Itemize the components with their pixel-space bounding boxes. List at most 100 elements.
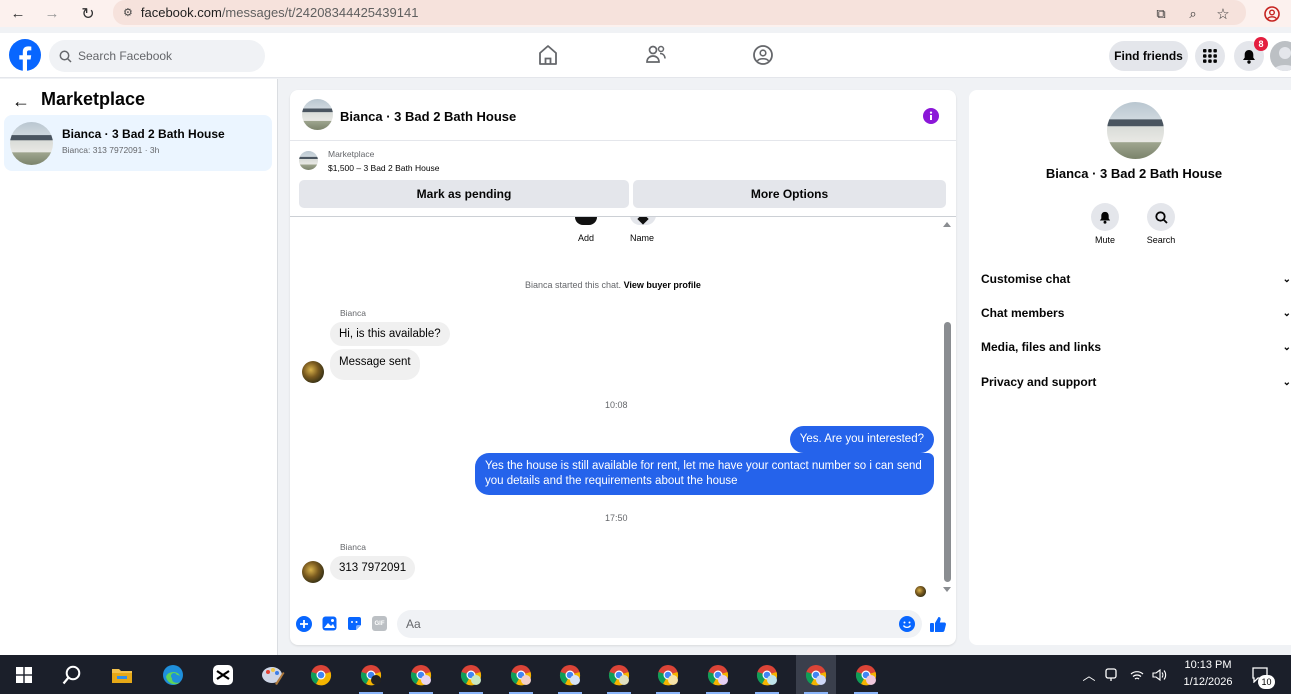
name-label: Name <box>630 233 655 243</box>
message-input[interactable] <box>397 610 922 638</box>
chrome-profile-icon[interactable] <box>451 655 491 694</box>
sender-name: Bianca <box>340 542 366 552</box>
zoom-icon[interactable]: ⌕ <box>1178 0 1208 27</box>
chrome-profile-icon[interactable] <box>401 655 441 694</box>
windows-start-icon[interactable] <box>4 655 44 694</box>
account-avatar[interactable] <box>1270 41 1291 71</box>
outgoing-message[interactable]: Yes the house is still available for ren… <box>475 453 934 495</box>
url-text: facebook.com/messages/t/2420834442543914… <box>141 5 419 20</box>
file-explorer-icon[interactable] <box>102 655 142 694</box>
clock-date: 1/12/2026 <box>1183 676 1233 688</box>
gif-icon[interactable]: GIF <box>372 616 387 631</box>
back-arrow-icon[interactable]: ← <box>4 0 32 27</box>
find-friends-button[interactable]: Find friends <box>1109 41 1188 71</box>
section-label: Customise chat <box>981 272 1071 286</box>
search-action[interactable]: Search <box>1131 203 1191 245</box>
view-buyer-profile-link[interactable]: View buyer profile <box>624 280 701 290</box>
customise-chat-section[interactable]: Customise chat ⌄ <box>981 269 1291 289</box>
volume-icon[interactable] <box>1150 655 1170 694</box>
outgoing-message[interactable]: Yes. Are you interested? <box>789 426 934 453</box>
chat-members-section[interactable]: Chat members ⌄ <box>981 303 1291 323</box>
home-icon[interactable] <box>538 44 558 66</box>
show-hidden-icons-chevron-icon[interactable]: ︿ <box>1080 655 1098 694</box>
friends-icon[interactable] <box>645 44 667 66</box>
capcut-icon[interactable] <box>203 655 243 694</box>
chevron-down-icon: ⌄ <box>1282 341 1291 353</box>
wifi-icon[interactable] <box>1128 655 1146 694</box>
listing-photo[interactable] <box>1107 102 1164 159</box>
privacy-support-section[interactable]: Privacy and support ⌄ <box>981 372 1291 392</box>
paint-icon[interactable] <box>253 655 293 694</box>
chrome-profile-icon-active[interactable] <box>796 655 836 694</box>
search-icon[interactable] <box>1147 203 1175 231</box>
conversation-list-item[interactable]: Bianca · 3 Bad 2 Bath House Bianca: 313 … <box>4 115 272 171</box>
chrome-profile-icon[interactable] <box>501 655 541 694</box>
chat-header: Bianca · 3 Bad 2 Bath House <box>290 90 956 141</box>
chrome-icon[interactable] <box>301 655 341 694</box>
chrome-profile-icon[interactable] <box>648 655 688 694</box>
listing-price[interactable]: $1,500 – 3 Bad 2 Bath House <box>328 163 440 173</box>
incoming-message[interactable]: Message sent <box>330 349 420 380</box>
message-list: Add Name Bianca started this chat. View … <box>290 216 956 602</box>
section-label: Privacy and support <box>981 375 1097 389</box>
scrollbar-thumb[interactable] <box>944 322 951 582</box>
windows-taskbar: ︿ 10:13 PM 1/12/2026 10 <box>0 655 1291 694</box>
menu-grid-icon[interactable] <box>1195 41 1225 71</box>
groups-icon[interactable] <box>752 44 774 66</box>
emoji-icon[interactable] <box>899 616 915 632</box>
listing-thumbnail <box>10 122 53 165</box>
profile-icon[interactable] <box>1257 0 1287 27</box>
chat-avatar[interactable] <box>302 99 333 130</box>
section-label: Chat members <box>981 306 1065 320</box>
chrome-profile-icon[interactable] <box>698 655 738 694</box>
search-input[interactable] <box>78 49 248 63</box>
forward-arrow-icon[interactable]: → <box>38 0 66 27</box>
taskbar-search-icon[interactable] <box>52 655 92 694</box>
bookmark-star-icon[interactable]: ☆ <box>1208 0 1238 27</box>
plus-icon[interactable] <box>296 616 312 632</box>
mute-bell-icon[interactable] <box>1091 203 1119 231</box>
search-box[interactable] <box>49 40 265 72</box>
mute-action[interactable]: Mute <box>1075 203 1135 245</box>
incoming-message[interactable]: Hi, is this available? <box>330 322 450 346</box>
sidebar-title: Marketplace <box>41 89 146 109</box>
chrome-profile-icon[interactable] <box>846 655 886 694</box>
site-settings-icon[interactable]: ⚙ <box>123 6 133 19</box>
mark-as-pending-button[interactable]: Mark as pending <box>299 180 629 208</box>
sender-avatar[interactable] <box>302 561 324 583</box>
system-clock[interactable]: 10:13 PM 1/12/2026 <box>1176 657 1240 691</box>
scrollbar-up-arrow[interactable] <box>943 222 951 227</box>
chrome-profile-icon[interactable] <box>351 655 391 694</box>
conversation-preview: Bianca: 313 7972091 · 3h <box>62 145 160 155</box>
edge-browser-icon[interactable] <box>153 655 193 694</box>
incoming-message[interactable]: 313 7972091 <box>330 556 416 580</box>
chrome-profile-icon[interactable] <box>599 655 639 694</box>
cast-icon[interactable]: ⧉ <box>1146 0 1176 27</box>
media-files-links-section[interactable]: Media, files and links ⌄ <box>981 337 1291 357</box>
sticker-icon[interactable] <box>347 616 362 631</box>
address-bar[interactable]: ⚙ facebook.com/messages/t/24208344425439… <box>113 0 1246 25</box>
thumbs-up-icon[interactable] <box>929 615 947 633</box>
details-name: Bianca · 3 Bad 2 Bath House <box>1045 166 1223 181</box>
add-person-button[interactable] <box>575 217 597 225</box>
reload-icon[interactable]: ↻ <box>74 0 102 27</box>
info-icon[interactable] <box>923 108 939 124</box>
meet-now-icon[interactable] <box>1102 655 1120 694</box>
marketplace-sidebar: ← Marketplace Bianca · 3 Bad 2 Bath Hous… <box>0 79 278 655</box>
back-arrow-icon[interactable]: ← <box>12 91 30 112</box>
photo-icon[interactable] <box>322 616 337 631</box>
chrome-profile-icon[interactable] <box>747 655 787 694</box>
edit-name-button[interactable] <box>630 217 656 225</box>
facebook-header: Find friends <box>0 33 1291 78</box>
chat-title[interactable]: Bianca · 3 Bad 2 Bath House <box>340 109 516 124</box>
notification-badge: 8 <box>1254 37 1268 51</box>
more-options-button[interactable]: More Options <box>633 180 946 208</box>
chrome-profile-icon[interactable] <box>550 655 590 694</box>
chat-started-text: Bianca started this chat. <box>525 280 622 290</box>
sender-avatar[interactable] <box>302 361 324 383</box>
scrollbar-down-arrow[interactable] <box>943 587 951 592</box>
facebook-logo-icon[interactable] <box>9 39 41 71</box>
chat-started-note: Bianca started this chat. View buyer pro… <box>525 280 701 290</box>
mute-label: Mute <box>1094 235 1115 245</box>
timestamp: 10:08 <box>605 400 628 410</box>
